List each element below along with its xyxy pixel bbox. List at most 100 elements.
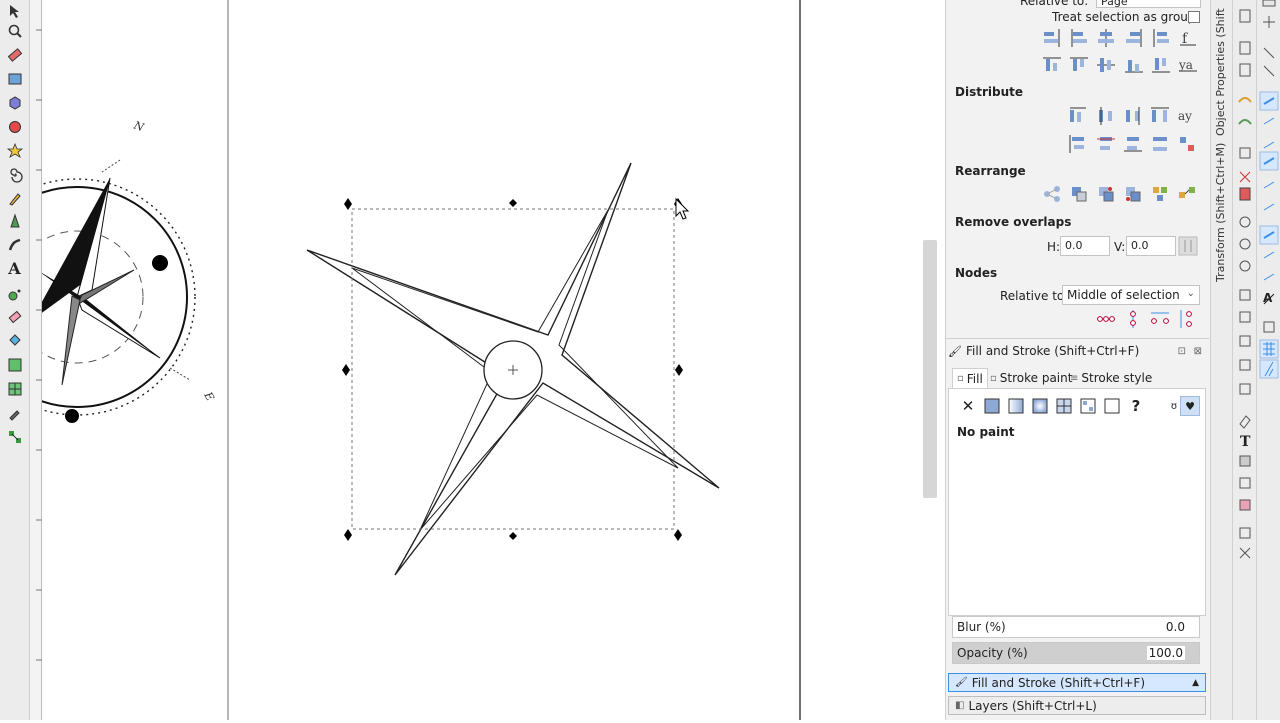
tab-stroke-style-label: Stroke style [1081, 371, 1153, 385]
align-text-anchor-icon[interactable]: f [1178, 28, 1198, 48]
compass-rose[interactable] [0, 159, 196, 423]
3d-box-tool-icon[interactable] [4, 92, 25, 113]
tab-fill[interactable]: ▫ Fill [952, 368, 988, 388]
remove-overlaps-icon[interactable] [1178, 236, 1198, 256]
treat-as-group-checkbox[interactable] [1188, 11, 1200, 23]
tab-stroke-style[interactable]: ≡ Stroke style [1066, 368, 1156, 388]
collapse-up-icon[interactable]: ▲ [1192, 678, 1199, 688]
align-right-to-left-icon[interactable] [1042, 28, 1062, 48]
fill-rule-nonzero-icon[interactable]: ♥ [1180, 396, 1200, 416]
canvas-vertical-scrollbar[interactable] [923, 240, 937, 498]
transform-vertical-tab[interactable]: Transform (Shift+Ctrl+M) [1214, 143, 1227, 282]
node-distribute-horizontal-icon[interactable] [1150, 309, 1170, 329]
distribute-left-icon[interactable] [1068, 106, 1088, 126]
center-vertical-axis-icon[interactable] [1096, 28, 1116, 48]
mouse-cursor-icon [675, 197, 690, 220]
unset-paint-icon[interactable]: ? [1126, 396, 1146, 416]
mesh-tool-icon[interactable] [4, 378, 25, 399]
canvas-drawing[interactable] [0, 0, 940, 720]
print-icon [1239, 9, 1251, 23]
align-relative-to-select[interactable]: Page [1096, 0, 1201, 8]
distribute-baseline-icon[interactable]: ay [1177, 106, 1197, 126]
align-top-to-bottom-icon[interactable] [1151, 55, 1171, 75]
align-top-icon[interactable] [1069, 55, 1089, 75]
flat-color-icon[interactable] [982, 396, 1002, 416]
four-point-star[interactable] [306, 162, 720, 576]
pen-tool-icon[interactable] [4, 210, 25, 231]
swatch-icon[interactable] [1102, 396, 1122, 416]
rearrange-heading: Rearrange [955, 164, 1026, 178]
overlap-v-input[interactable]: 0.0 [1126, 236, 1176, 256]
exchange-clockwise-icon[interactable] [1123, 184, 1143, 204]
distribute-top-icon[interactable] [1068, 134, 1088, 154]
align-left-to-right-icon[interactable] [1151, 28, 1171, 48]
tab-fill-label: Fill [966, 371, 983, 386]
measure-tool-icon[interactable] [4, 44, 25, 65]
graph-layout-icon[interactable] [1042, 184, 1062, 204]
align-right-icon[interactable] [1124, 28, 1144, 48]
opacity-slider[interactable]: Opacity (%) 100.0 [952, 642, 1200, 664]
align-bottom-to-top-icon[interactable] [1042, 55, 1062, 75]
blur-slider[interactable]: Blur (%) 0.0 [952, 616, 1200, 638]
align-left-icon[interactable] [1069, 28, 1089, 48]
close-panel-icon[interactable]: ⊠ [1194, 346, 1202, 357]
align-relative-to-label: Relative to: [1020, 0, 1089, 8]
svg-text:ay: ay [1178, 109, 1192, 123]
unclump-icon[interactable] [1150, 184, 1170, 204]
object-properties-vertical-tab[interactable]: Object Properties (Shift [1214, 8, 1227, 136]
fill-tab-icon: ▫ [957, 373, 964, 384]
connector-tool-icon[interactable] [4, 426, 25, 447]
fill-stroke-panel-title[interactable]: 🖌 Fill and Stroke (Shift+Ctrl+F) ⊡ ⊠ [948, 342, 1206, 360]
center-horizontal-axis-icon[interactable] [1096, 55, 1116, 75]
dropper-tool-icon[interactable] [4, 402, 25, 423]
no-paint-icon[interactable]: ✕ [958, 396, 978, 416]
drawing-canvas[interactable]: N E [0, 0, 940, 720]
pencil-tool-icon[interactable] [4, 188, 25, 209]
distribute-right-icon[interactable] [1123, 106, 1143, 126]
distribute-middle-icon[interactable] [1096, 134, 1116, 154]
radial-gradient-icon[interactable] [1030, 396, 1050, 416]
distribute-gaps-icon[interactable] [1150, 106, 1170, 126]
minimize-panel-icon[interactable]: ⊡ [1178, 346, 1186, 357]
node-align-vertical-icon[interactable] [1123, 309, 1143, 329]
exchange-positions-icon[interactable] [1069, 184, 1089, 204]
calligraphy-tool-icon[interactable] [4, 234, 25, 255]
gradient-tool-icon[interactable] [4, 354, 25, 375]
spray-tool-icon[interactable] [4, 284, 25, 305]
overlap-h-input[interactable]: 0.0 [1060, 236, 1110, 256]
paint-bucket-tool-icon[interactable] [4, 330, 25, 351]
exchange-z-order-icon[interactable] [1096, 184, 1116, 204]
distribute-randomize-icon[interactable] [1177, 134, 1197, 154]
distribute-heading: Distribute [955, 85, 1023, 99]
node-align-horizontal-icon[interactable] [1096, 309, 1116, 329]
docked-fill-stroke-tab[interactable]: 🖌 Fill and Stroke (Shift+Ctrl+F) ▲ [948, 673, 1206, 692]
align-baseline-icon[interactable]: ya [1178, 55, 1198, 75]
star-tool-icon[interactable] [4, 140, 25, 161]
align-bottom-icon[interactable] [1124, 55, 1144, 75]
rectangle-tool-icon[interactable] [4, 68, 25, 89]
selector-tool-icon[interactable] [4, 0, 25, 21]
commands-bar-icons[interactable]: T [1233, 0, 1257, 720]
linear-gradient-icon[interactable] [1006, 396, 1026, 416]
text-tool-icon[interactable]: A [4, 258, 25, 279]
eraser-tool-icon[interactable] [4, 306, 25, 327]
tab-stroke-paint-label: Stroke paint [999, 371, 1073, 385]
mesh-gradient-icon[interactable] [1054, 396, 1074, 416]
distribute-vertical-gaps-icon[interactable] [1150, 134, 1170, 154]
distribute-centers-icon[interactable] [1096, 106, 1116, 126]
vertical-ruler[interactable] [30, 0, 42, 720]
nodes-relative-to-select[interactable]: Middle of selection ⌄ [1062, 285, 1200, 305]
pattern-icon[interactable] [1078, 396, 1098, 416]
spiral-tool-icon[interactable] [4, 164, 25, 185]
randomize-positions-icon[interactable] [1177, 184, 1197, 204]
svg-text:A: A [1263, 291, 1273, 305]
snap-controls-bar: A [1256, 0, 1280, 720]
distribute-bottom-icon[interactable] [1123, 134, 1143, 154]
docked-layers-tab[interactable]: ◧ Layers (Shift+Ctrl+L) [948, 696, 1206, 715]
snap-controls-icons[interactable]: A [1257, 0, 1280, 720]
ellipse-tool-icon[interactable] [4, 116, 25, 137]
fill-stroke-title-text: Fill and Stroke (Shift+Ctrl+F) [965, 344, 1140, 358]
tab-stroke-paint[interactable]: ▫ Stroke paint [986, 368, 1076, 388]
node-distribute-vertical-icon[interactable] [1177, 309, 1197, 329]
zoom-tool-icon[interactable] [4, 20, 25, 41]
